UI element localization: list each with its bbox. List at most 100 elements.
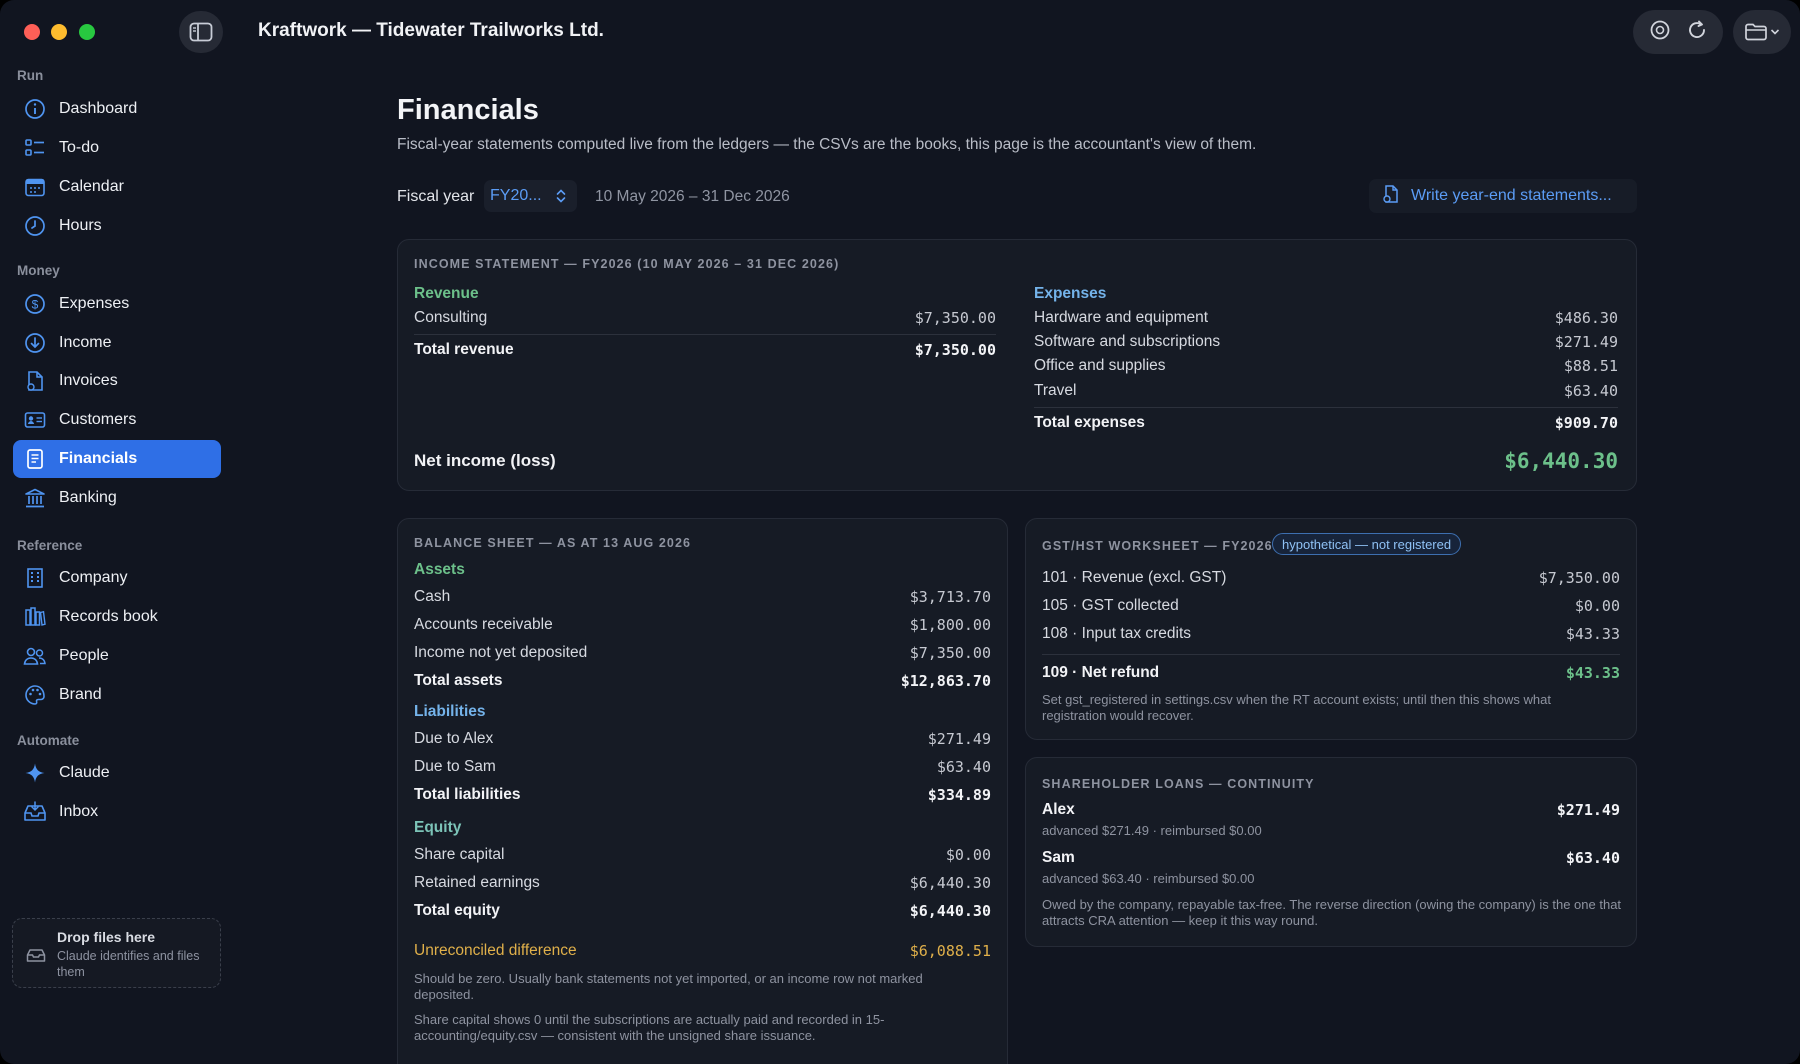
row-label: Total assets bbox=[414, 672, 503, 689]
row-amount: $6,440.30 bbox=[909, 874, 991, 892]
write-statements-button[interactable]: Write year-end statements... bbox=[1369, 179, 1637, 213]
chevron-up-down-icon bbox=[555, 188, 567, 209]
net-income-row: Net income (loss) $6,440.30 bbox=[414, 449, 1618, 473]
row-label: Due to Sam bbox=[414, 758, 496, 775]
sidebar-item-calendar[interactable]: Calendar bbox=[13, 168, 221, 206]
loan-detail: advanced $63.40 · reimbursed $0.00 bbox=[1042, 871, 1255, 886]
sidebar-item-label: Records book bbox=[59, 608, 158, 625]
loans-note: Owed by the company, repayable tax-free.… bbox=[1042, 897, 1622, 928]
liability-row: Due to Sam $63.40 bbox=[414, 758, 991, 776]
sidebar-item-inbox[interactable]: Inbox bbox=[13, 793, 221, 831]
zoom-window-button[interactable] bbox=[79, 24, 95, 40]
bank-icon bbox=[23, 486, 47, 510]
assets-heading: Assets bbox=[414, 561, 465, 578]
divider bbox=[414, 334, 996, 335]
document-icon bbox=[23, 447, 47, 471]
sidebar-item-hours[interactable]: Hours bbox=[13, 207, 221, 245]
sidebar-item-records-book[interactable]: Records book bbox=[13, 598, 221, 636]
shareholder-loans-title: SHAREHOLDER LOANS — CONTINUITY bbox=[1042, 777, 1315, 791]
sidebar-item-banking[interactable]: Banking bbox=[13, 479, 221, 517]
sidebar-item-expenses[interactable]: $ Expenses bbox=[13, 285, 221, 323]
app-window: Kraftwork — Tidewater Trailworks Ltd. Ru… bbox=[0, 0, 1800, 1064]
history-button[interactable] bbox=[1649, 19, 1671, 46]
row-label: Office and supplies bbox=[1034, 357, 1166, 374]
row-amount: $271.49 bbox=[927, 730, 991, 748]
revenue-row: Consulting $7,350.00 bbox=[414, 309, 996, 327]
row-amount: $486.30 bbox=[1554, 309, 1618, 327]
sidebar-section-money: Money bbox=[17, 263, 60, 278]
fiscal-year-range: 10 May 2026 – 31 Dec 2026 bbox=[595, 188, 790, 205]
gst-row: 101 · Revenue (excl. GST) $7,350.00 bbox=[1042, 569, 1620, 587]
sidebar-item-claude[interactable]: Claude bbox=[13, 754, 221, 792]
sidebar-item-label: Customers bbox=[59, 411, 137, 428]
divider bbox=[1042, 654, 1620, 655]
folder-icon bbox=[1745, 23, 1767, 41]
sidebar-item-customers[interactable]: Customers bbox=[13, 401, 221, 439]
sidebar-item-label: Banking bbox=[59, 489, 117, 506]
arrow-down-circle-icon bbox=[23, 331, 47, 355]
row-label: 101 · Revenue (excl. GST) bbox=[1042, 569, 1227, 586]
row-amount: $3,713.70 bbox=[909, 588, 991, 606]
document-sparkle-icon bbox=[1381, 184, 1401, 209]
row-label: Total liabilities bbox=[414, 786, 521, 803]
fiscal-year-value: FY20... bbox=[490, 187, 542, 204]
page-subtitle: Fiscal-year statements computed live fro… bbox=[397, 136, 1257, 153]
equity-heading: Equity bbox=[414, 819, 462, 836]
sidebar-item-label: Expenses bbox=[59, 295, 130, 312]
row-amount: $63.40 bbox=[1563, 382, 1618, 400]
sidebar-item-company[interactable]: Company bbox=[13, 559, 221, 597]
calendar-icon bbox=[23, 175, 47, 199]
todo-icon bbox=[23, 136, 47, 160]
folder-menu-button[interactable] bbox=[1733, 10, 1791, 54]
fiscal-year-label: Fiscal year bbox=[397, 188, 475, 205]
row-label: 105 · GST collected bbox=[1042, 597, 1179, 614]
gst-note: Set gst_registered in settings.csv when … bbox=[1042, 692, 1551, 723]
refresh-button[interactable] bbox=[1686, 19, 1708, 46]
sparkle-icon bbox=[23, 761, 47, 785]
sidebar: Run Dashboard To-do Calendar Hours Money… bbox=[0, 64, 232, 1064]
sidebar-item-todo[interactable]: To-do bbox=[13, 129, 221, 167]
income-statement-card: INCOME STATEMENT — FY2026 (10 MAY 2026 –… bbox=[397, 239, 1637, 491]
total-equity-row: Total equity $6,440.30 bbox=[414, 902, 991, 920]
sidebar-item-label: Inbox bbox=[59, 803, 99, 820]
sidebar-item-label: Calendar bbox=[59, 178, 124, 195]
shareholder-name: Alex bbox=[1042, 801, 1075, 818]
expenses-heading: Expenses bbox=[1034, 285, 1107, 302]
sidebar-item-label: Invoices bbox=[59, 372, 118, 389]
fiscal-year-select[interactable]: FY20... bbox=[484, 180, 577, 212]
sidebar-item-label: To-do bbox=[59, 139, 100, 156]
row-amount: $909.70 bbox=[1554, 414, 1618, 432]
liability-row: Due to Alex $271.49 bbox=[414, 730, 991, 748]
sidebar-item-people[interactable]: People bbox=[13, 637, 221, 675]
total-revenue-row: Total revenue $7,350.00 bbox=[414, 341, 996, 359]
sidebar-item-label: Brand bbox=[59, 686, 102, 703]
sidebar-item-income[interactable]: Income bbox=[13, 324, 221, 362]
sidebar-section-automate: Automate bbox=[17, 733, 80, 748]
gst-worksheet-title: GST/HST WORKSHEET — FY2026 bbox=[1042, 539, 1273, 553]
status-badge: hypothetical — not registered bbox=[1272, 533, 1462, 555]
tray-icon bbox=[26, 945, 46, 968]
row-label: Income not yet deposited bbox=[414, 644, 588, 661]
row-amount: $0.00 bbox=[1574, 597, 1620, 615]
sidebar-item-brand[interactable]: Brand bbox=[13, 676, 221, 714]
people-icon bbox=[23, 644, 47, 668]
drop-zone-subtitle: Claude identifies and files them bbox=[57, 949, 200, 979]
file-drop-zone[interactable]: Drop files here Claude identifies and fi… bbox=[12, 918, 221, 988]
row-label: Due to Alex bbox=[414, 730, 494, 747]
row-amount: $7,350.00 bbox=[914, 309, 996, 327]
loan-row: Sam $63.40 bbox=[1042, 849, 1620, 867]
sidebar-item-dashboard[interactable]: Dashboard bbox=[13, 90, 221, 128]
close-window-button[interactable] bbox=[24, 24, 40, 40]
history-icon bbox=[1650, 20, 1669, 39]
minimize-window-button[interactable] bbox=[51, 24, 67, 40]
divider bbox=[1034, 407, 1618, 408]
contact-card-icon bbox=[23, 408, 47, 432]
title-bar: Kraftwork — Tidewater Trailworks Ltd. bbox=[0, 0, 1800, 64]
sidebar-item-label: Dashboard bbox=[59, 100, 138, 117]
row-label: Cash bbox=[414, 588, 451, 605]
sidebar-toggle-button[interactable] bbox=[179, 11, 223, 53]
equity-row: Share capital $0.00 bbox=[414, 846, 991, 864]
sidebar-item-invoices[interactable]: Invoices bbox=[13, 362, 221, 400]
sidebar-item-label: Claude bbox=[59, 764, 110, 781]
sidebar-item-financials[interactable]: Financials bbox=[13, 440, 221, 478]
